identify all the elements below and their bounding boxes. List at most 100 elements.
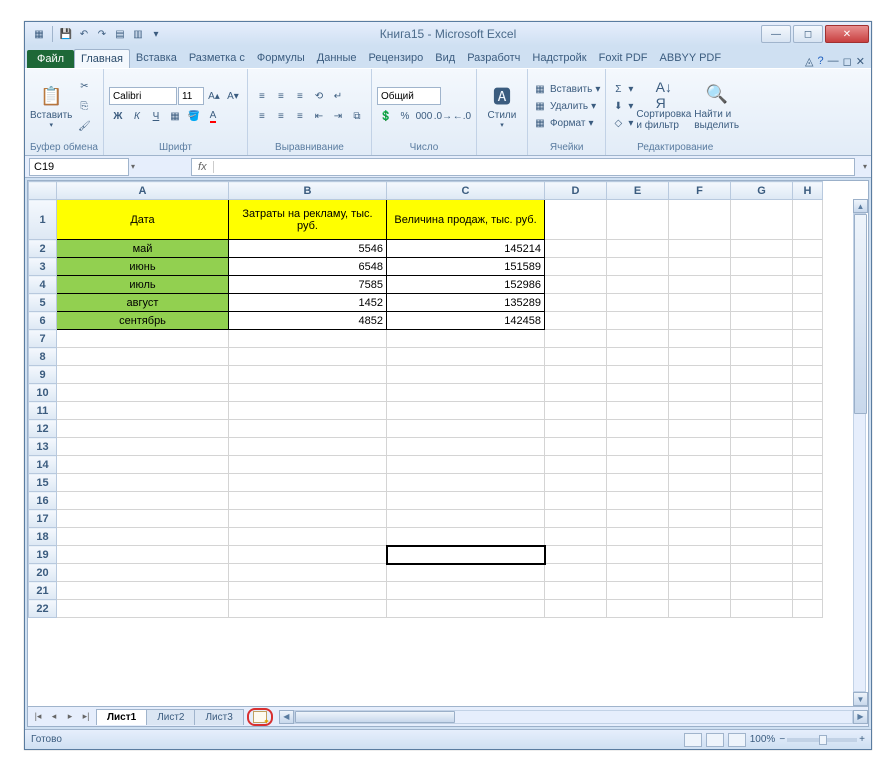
cell-H7[interactable] <box>793 330 823 348</box>
col-header-A[interactable]: A <box>57 182 229 200</box>
font-size-combo[interactable]: 11 <box>178 87 204 105</box>
undo-icon[interactable]: ↶ <box>76 26 92 42</box>
cell-H22[interactable] <box>793 600 823 618</box>
cell-H18[interactable] <box>793 528 823 546</box>
cell-D22[interactable] <box>545 600 607 618</box>
row-header-12[interactable]: 12 <box>29 420 57 438</box>
underline-button[interactable]: Ч <box>147 107 165 125</box>
cell-F9[interactable] <box>669 366 731 384</box>
paste-button[interactable]: 📋 Вставить▾ <box>30 83 72 129</box>
cell-G18[interactable] <box>731 528 793 546</box>
cell-G22[interactable] <box>731 600 793 618</box>
cell-A14[interactable] <box>57 456 229 474</box>
cell-B12[interactable] <box>229 420 387 438</box>
tab-8[interactable]: Надстройк <box>526 49 592 68</box>
cell-G4[interactable] <box>731 276 793 294</box>
cell-A10[interactable] <box>57 384 229 402</box>
cell-H20[interactable] <box>793 564 823 582</box>
cell-F13[interactable] <box>669 438 731 456</box>
cell-C16[interactable] <box>387 492 545 510</box>
cell-C6[interactable]: 142458 <box>387 312 545 330</box>
cell-A21[interactable] <box>57 582 229 600</box>
cell-F3[interactable] <box>669 258 731 276</box>
cell-C9[interactable] <box>387 366 545 384</box>
cell-F8[interactable] <box>669 348 731 366</box>
row-header-19[interactable]: 19 <box>29 546 57 564</box>
cell-D8[interactable] <box>545 348 607 366</box>
cell-B17[interactable] <box>229 510 387 528</box>
cell-D21[interactable] <box>545 582 607 600</box>
close-button[interactable]: ✕ <box>825 25 869 43</box>
cell-G11[interactable] <box>731 402 793 420</box>
cell-F4[interactable] <box>669 276 731 294</box>
cell-C3[interactable]: 151589 <box>387 258 545 276</box>
qat-btn-1[interactable]: ▤ <box>112 26 128 42</box>
currency-icon[interactable]: 💲 <box>377 107 395 125</box>
cell-D16[interactable] <box>545 492 607 510</box>
cell-D20[interactable] <box>545 564 607 582</box>
cell-C4[interactable]: 152986 <box>387 276 545 294</box>
cell-A13[interactable] <box>57 438 229 456</box>
cell-H9[interactable] <box>793 366 823 384</box>
doc-restore-icon[interactable]: ◻ <box>843 55 852 68</box>
cell-H6[interactable] <box>793 312 823 330</box>
tab-7[interactable]: Разработч <box>461 49 526 68</box>
ribbon-minimize-icon[interactable]: ◬ <box>805 55 813 68</box>
row-header-16[interactable]: 16 <box>29 492 57 510</box>
align-center-icon[interactable]: ≡ <box>272 107 290 125</box>
number-format-combo[interactable]: Общий <box>377 87 441 105</box>
cell-G5[interactable] <box>731 294 793 312</box>
cell-B14[interactable] <box>229 456 387 474</box>
cell-C13[interactable] <box>387 438 545 456</box>
cell-A5[interactable]: август <box>57 294 229 312</box>
cell-E13[interactable] <box>607 438 669 456</box>
cell-B16[interactable] <box>229 492 387 510</box>
cell-H17[interactable] <box>793 510 823 528</box>
cell-A4[interactable]: июль <box>57 276 229 294</box>
align-top-icon[interactable]: ≡ <box>253 87 271 105</box>
cell-A20[interactable] <box>57 564 229 582</box>
cell-D10[interactable] <box>545 384 607 402</box>
cell-H12[interactable] <box>793 420 823 438</box>
cell-A15[interactable] <box>57 474 229 492</box>
cell-D15[interactable] <box>545 474 607 492</box>
cell-B2[interactable]: 5546 <box>229 240 387 258</box>
cell-C19[interactable] <box>387 546 545 564</box>
row-header-1[interactable]: 1 <box>29 200 57 240</box>
fx-icon[interactable]: fx <box>192 161 214 173</box>
cell-E19[interactable] <box>607 546 669 564</box>
cell-G7[interactable] <box>731 330 793 348</box>
row-header-14[interactable]: 14 <box>29 456 57 474</box>
cell-B5[interactable]: 1452 <box>229 294 387 312</box>
tab-4[interactable]: Данные <box>311 49 363 68</box>
cell-C8[interactable] <box>387 348 545 366</box>
cell-F11[interactable] <box>669 402 731 420</box>
decrease-decimal-icon[interactable]: ←.0 <box>453 107 471 125</box>
cell-B10[interactable] <box>229 384 387 402</box>
col-header-E[interactable]: E <box>607 182 669 200</box>
row-header-2[interactable]: 2 <box>29 240 57 258</box>
sort-filter-button[interactable]: A↓Я Сортировка и фильтр <box>636 82 691 131</box>
last-sheet-icon[interactable]: ▸| <box>78 709 94 725</box>
cell-E10[interactable] <box>607 384 669 402</box>
cell-C1[interactable]: Величина продаж, тыс. руб. <box>387 200 545 240</box>
row-header-7[interactable]: 7 <box>29 330 57 348</box>
increase-font-icon[interactable]: A▴ <box>205 87 223 105</box>
copy-icon[interactable]: ⎘ <box>75 97 93 115</box>
cell-D17[interactable] <box>545 510 607 528</box>
format-button[interactable]: ▦Формат ▾ <box>533 115 600 131</box>
cell-E20[interactable] <box>607 564 669 582</box>
cell-A8[interactable] <box>57 348 229 366</box>
align-bottom-icon[interactable]: ≡ <box>291 87 309 105</box>
cell-C12[interactable] <box>387 420 545 438</box>
cell-F15[interactable] <box>669 474 731 492</box>
normal-view-icon[interactable] <box>684 733 702 747</box>
tab-file[interactable]: Файл <box>27 50 74 68</box>
cell-A19[interactable] <box>57 546 229 564</box>
cell-C10[interactable] <box>387 384 545 402</box>
cell-B22[interactable] <box>229 600 387 618</box>
cell-F7[interactable] <box>669 330 731 348</box>
increase-decimal-icon[interactable]: .0→ <box>434 107 452 125</box>
border-icon[interactable]: ▦ <box>166 107 184 125</box>
cell-D9[interactable] <box>545 366 607 384</box>
